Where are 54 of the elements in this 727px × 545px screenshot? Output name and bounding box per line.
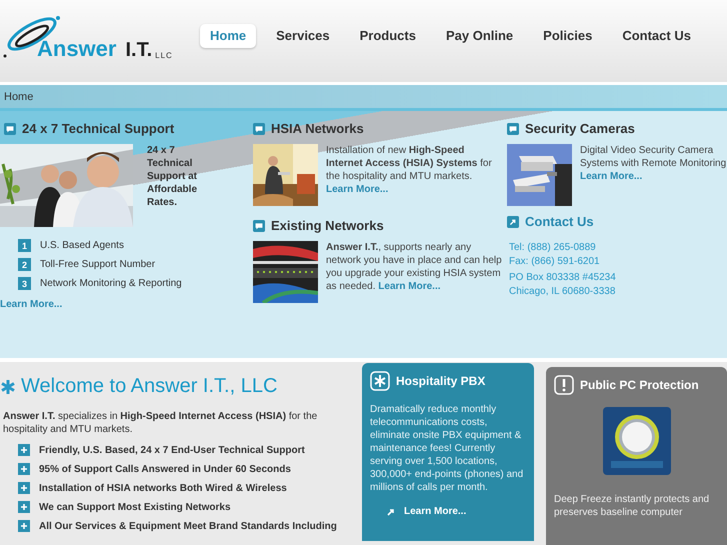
contact-line: Fax: (866) 591-6201 [509,256,601,267]
section-text: Installation of new High-Speed Internet Access (HSIA) Systems for the hospitality and MTU markets. Learn More... [326,144,493,197]
number-badge: 1 [18,239,31,252]
chat-icon [253,122,265,134]
number-badge: 2 [18,258,31,271]
nav-tab[interactable]: Contact Us [612,24,701,48]
section-title: HSIA Networks [271,121,364,136]
section-text: Answer I.T., supports nearly any network you have in place and can help you upgrade your existing HSIA system as needed. Learn More... [326,241,503,294]
feature-item: Installation of HSIA networks Both Wired & Wireless [39,482,287,494]
section-title: 24 x 7 Technical Support [22,121,174,136]
plus-icon [18,501,30,513]
exclamation-icon [554,375,574,395]
nav-tab[interactable]: Home [200,24,256,48]
nav-tab[interactable]: Pay Online [436,24,524,48]
plus-icon [18,444,30,456]
tagline: 24 x 7 Technical Support at Affordable Rates. [147,144,198,210]
section-title: Security Cameras [525,121,635,136]
feature-item: Friendly, U.S. Based, 24 x 7 End-User Technical Support [39,444,305,456]
asterisk-icon [370,371,390,391]
section-title: Contact Us [525,214,594,229]
nav-tab[interactable]: Policies [533,24,602,48]
asterisk-icon [0,378,16,394]
section-text: Digital Video Security Camera Systems with Remote Monitoring. Learn More... [580,144,727,184]
plus-icon [18,463,30,475]
chat-icon [507,122,519,134]
welcome-title: Welcome to Answer I.T., LLC [21,375,278,398]
card-title: Public PC Protection [580,378,699,392]
chat-icon [4,122,16,134]
arrow-icon [386,506,396,516]
feature-item: 95% of Support Calls Answered in Under 60 Seconds [39,464,291,474]
card-text: Dramatically reduce monthly telecommunications costs, eliminate onsite PBX equipment & maintenance fees! Currently serving over 1,500 locations, 300,000+ end-points (phones) and millions of calls per month. [370,403,524,494]
contact-line: Tel: (888) 265-0889 [509,242,597,253]
card-text: Deep Freeze instantly protects and preserves baseline computer [554,493,710,519]
nav-tab[interactable]: Products [350,24,426,48]
breadcrumb[interactable]: Home [4,90,34,102]
welcome-text: Answer I.T. specializes in High-Speed Internet Access (HSIA) for the hospitality and MTU markets. [3,410,318,436]
contact-line: PO Box 803338 #45234 [509,272,617,283]
contact-line: Chicago, IL 60680-3338 [509,286,616,297]
logo-text: I.T. [125,39,152,62]
feature-item: We can Support Most Existing Networks [39,502,231,512]
logo-text: Answer [37,36,116,62]
logo-text: LLC [155,51,173,60]
card-title: Hospitality PBX [396,374,486,388]
list-item: U.S. Based Agents [40,240,124,251]
learn-more-link[interactable]: Learn More... [404,506,466,517]
list-item: Toll-Free Support Number [40,259,156,270]
nav-tab[interactable]: Services [266,24,340,48]
number-badge: 3 [18,277,31,290]
chat-icon [253,220,265,232]
plus-icon [18,520,30,532]
feature-item: All Our Services & Equipment Meet Brand Standards Including [39,520,337,532]
list-item: Network Monitoring & Reporting [40,278,182,289]
plus-icon [18,482,30,494]
section-title: Existing Networks [271,218,384,233]
